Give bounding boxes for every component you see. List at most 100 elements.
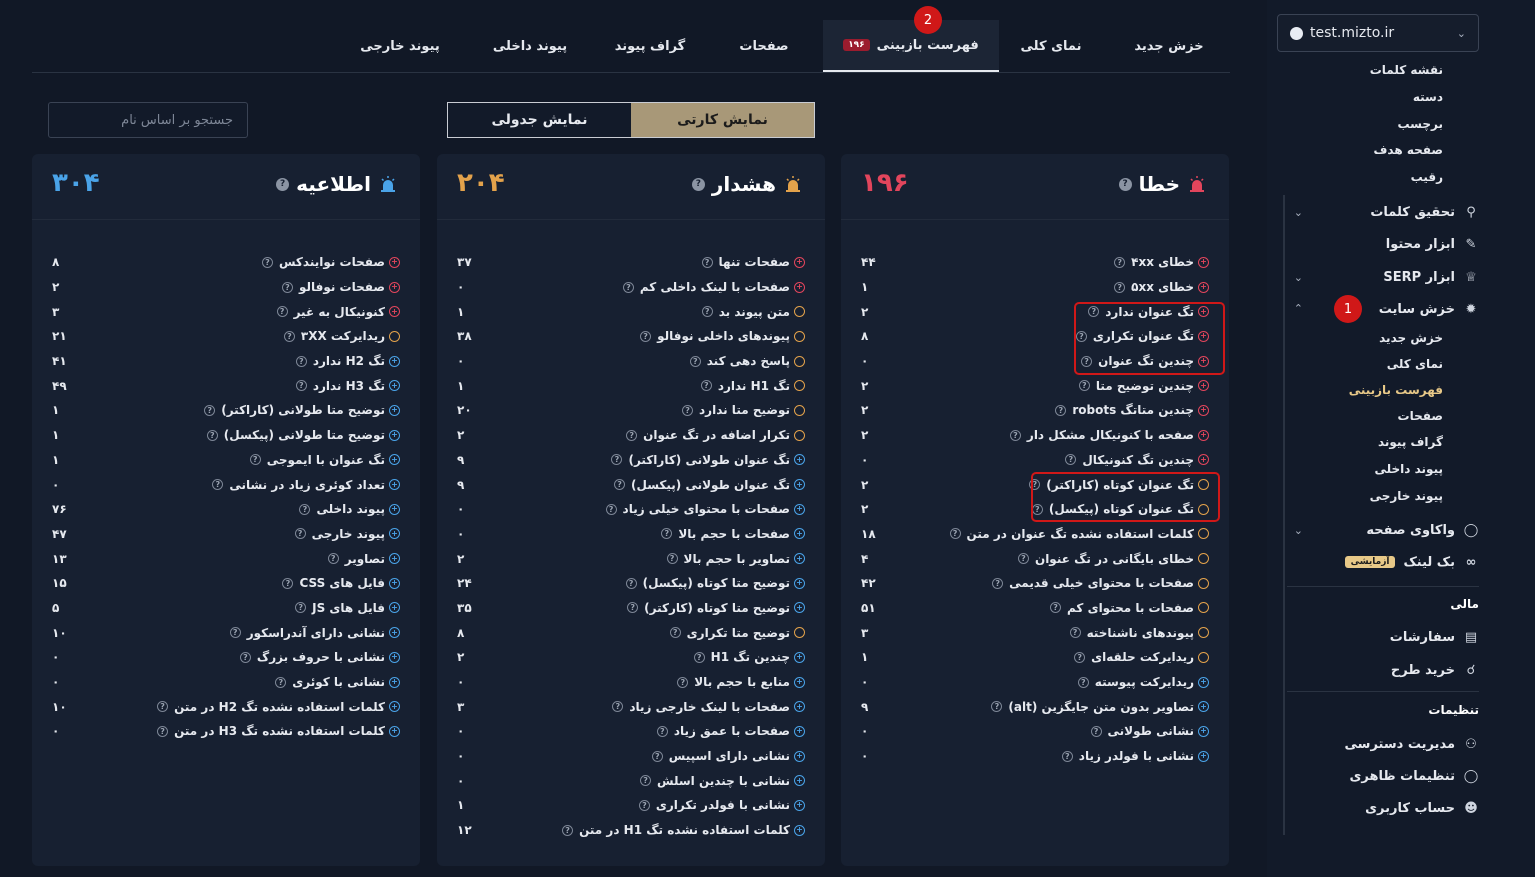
help-icon[interactable]: ? <box>622 281 634 293</box>
issue-row[interactable]: + صفحات نوایندکس? ۸ <box>32 250 420 275</box>
help-icon[interactable]: ? <box>693 651 705 663</box>
issue-row[interactable]: + چندین تگ H1? ۲ <box>437 645 825 670</box>
card-view-button[interactable]: نمایش کارتی <box>631 103 814 137</box>
issue-row[interactable]: + کنونیکال به غیر? ۳ <box>32 299 420 324</box>
issue-row[interactable]: پاسخ دهی کند? ۰ <box>437 349 825 374</box>
tab-internal-links[interactable]: پیوند داخلی <box>465 20 595 72</box>
help-icon[interactable]: ? <box>651 750 663 762</box>
issue-row[interactable]: خطای بایگانی در تگ عنوان? ۴ <box>841 546 1229 571</box>
help-icon[interactable]: ? <box>991 701 1003 713</box>
help-icon[interactable]: ? <box>212 479 224 491</box>
help-icon[interactable]: ? <box>261 256 273 268</box>
issue-row[interactable]: + صفحات با محتوای خیلی زیاد? ۰ <box>437 497 825 522</box>
issue-row[interactable]: + چندین توضیح متا? ۲ <box>841 373 1229 398</box>
help-icon[interactable]: ? <box>299 503 311 515</box>
issue-row[interactable]: توضیح متا ندارد? ۲۰ <box>437 398 825 423</box>
help-icon[interactable]: ? <box>661 528 673 540</box>
issue-row[interactable]: + چندین تگ کنونیکال? ۰ <box>841 448 1229 473</box>
help-icon[interactable]: ? <box>1069 627 1081 639</box>
sidebar-item-external-links[interactable]: پیوند خارجی <box>1370 489 1443 503</box>
help-icon[interactable]: ? <box>295 380 307 392</box>
chevron-down-icon[interactable]: ⌄ <box>1294 206 1303 219</box>
issue-row[interactable]: تگ H1 ندارد? ۱ <box>437 373 825 398</box>
help-icon[interactable]: ? <box>640 330 652 342</box>
sidebar-item-keyword-research[interactable]: ⚲ تحقیق کلمات <box>1370 200 1479 224</box>
help-icon[interactable]: ? <box>1009 429 1021 441</box>
help-icon[interactable]: ? <box>1077 676 1089 688</box>
sidebar-item-keyword-map[interactable]: نقشه کلمات <box>1370 63 1443 77</box>
issue-row[interactable]: + پیوند خارجی? ۴۷ <box>32 522 420 547</box>
sidebar-item-serp-tools[interactable]: ♕ ابزار SERP <box>1383 265 1479 289</box>
sidebar-item-link-graph[interactable]: گراف پیوند <box>1378 435 1443 449</box>
issue-row[interactable]: + نشانی طولانی? ۰ <box>841 719 1229 744</box>
sidebar-item-content-tools[interactable]: ✎ ابزار محتوا <box>1386 232 1479 256</box>
sidebar-item-target-page[interactable]: صفحه هدف <box>1373 143 1443 157</box>
tab-pages[interactable]: صفحات <box>705 20 823 72</box>
sidebar-item-tag[interactable]: برچسب <box>1397 117 1443 131</box>
site-selector[interactable]: test.mizto.ir ⌄ <box>1277 14 1479 52</box>
help-icon[interactable]: ? <box>1114 256 1126 268</box>
help-icon[interactable]: ? <box>611 454 623 466</box>
help-icon[interactable]: ? <box>625 577 637 589</box>
issue-row[interactable]: صفحات با محتوای خیلی قدیمی? ۴۲ <box>841 571 1229 596</box>
table-view-button[interactable]: نمایش جدولی <box>448 103 631 137</box>
issue-row[interactable]: + نشانی دارای آندراسکور? ۱۰ <box>32 620 420 645</box>
help-icon[interactable]: ? <box>281 281 293 293</box>
help-icon[interactable]: ? <box>206 429 218 441</box>
help-icon[interactable]: ? <box>666 553 678 565</box>
issue-row[interactable]: + تگ عنوان طولانی (پیکسل)? ۹ <box>437 472 825 497</box>
issue-row[interactable]: + نشانی با حروف بزرگ? ۰ <box>32 645 420 670</box>
search-input[interactable]: جستجو بر اساس نام <box>48 102 248 138</box>
help-icon[interactable]: ? <box>640 775 652 787</box>
issue-row[interactable]: + نشانی دارای اسپیس? ۰ <box>437 744 825 769</box>
issue-row[interactable]: ریدایرکت ۳XX? ۲۱ <box>32 324 420 349</box>
issue-row[interactable]: + نشانی با فولدر زیاد? ۰ <box>841 744 1229 769</box>
tab-external-links[interactable]: پیوند خارجی <box>335 20 465 72</box>
issue-row[interactable]: + نشانی با کوئری? ۰ <box>32 670 420 695</box>
help-icon[interactable]: ? <box>1090 725 1102 737</box>
help-icon[interactable]: ? <box>626 429 638 441</box>
sidebar-item-account[interactable]: ☻ حساب کاربری <box>1365 796 1479 820</box>
help-icon[interactable]: ? <box>295 355 307 367</box>
help-icon[interactable]: ? <box>656 725 668 737</box>
help-icon[interactable]: ? <box>691 177 705 191</box>
help-icon[interactable]: ? <box>295 602 307 614</box>
issue-row[interactable]: + صفحات با لینک خارجی زیاد? ۳ <box>437 694 825 719</box>
help-icon[interactable]: ? <box>949 528 961 540</box>
help-icon[interactable]: ? <box>627 602 639 614</box>
help-icon[interactable]: ? <box>701 306 713 318</box>
help-icon[interactable]: ? <box>276 306 288 318</box>
issue-row[interactable]: + توضیح متا طولانی (کاراکتر)? ۱ <box>32 398 420 423</box>
help-icon[interactable]: ? <box>1074 651 1086 663</box>
issue-row[interactable]: + تصاویر با حجم بالا? ۲ <box>437 546 825 571</box>
issue-row[interactable]: + توضیح متا طولانی (پیکسل)? ۱ <box>32 423 420 448</box>
help-icon[interactable]: ? <box>249 454 261 466</box>
sidebar-item-review-list[interactable]: فهرست بازبینی <box>1349 383 1443 397</box>
help-icon[interactable]: ? <box>1114 281 1126 293</box>
help-icon[interactable]: ? <box>282 577 294 589</box>
help-icon[interactable]: ? <box>327 553 339 565</box>
issue-row[interactable]: + صفحات با لینک داخلی کم? ۰ <box>437 275 825 300</box>
sidebar-item-backlink[interactable]: ∞ بک لینک آزمایشی <box>1344 550 1479 574</box>
help-icon[interactable]: ? <box>157 725 169 737</box>
help-icon[interactable]: ? <box>701 256 713 268</box>
sidebar-item-new-crawl[interactable]: خزش جدید <box>1379 331 1443 345</box>
tab-link-graph[interactable]: گراف پیوند <box>595 20 705 72</box>
issue-row[interactable]: پیوندهای ناشناخته? ۳ <box>841 620 1229 645</box>
sidebar-item-internal-links[interactable]: پیوند داخلی <box>1374 462 1443 476</box>
issue-row[interactable]: + صفحات تنها? ۳۷ <box>437 250 825 275</box>
issue-row[interactable]: + تگ H2 ندارد? ۴۱ <box>32 349 420 374</box>
help-icon[interactable]: ? <box>1061 750 1073 762</box>
help-icon[interactable]: ? <box>1118 177 1132 191</box>
sidebar-scrollbar[interactable] <box>1283 195 1285 835</box>
issue-row[interactable]: + پیوند داخلی? ۷۶ <box>32 497 420 522</box>
help-icon[interactable]: ? <box>276 177 290 191</box>
help-icon[interactable]: ? <box>294 528 306 540</box>
issue-row[interactable]: صفحات با محتوای کم? ۵۱ <box>841 596 1229 621</box>
help-icon[interactable]: ? <box>689 355 701 367</box>
sidebar-item-competitor[interactable]: رقیب <box>1411 170 1443 184</box>
issue-row[interactable]: + کلمات استفاده نشده تگ H2 در متن? ۱۰ <box>32 694 420 719</box>
help-icon[interactable]: ? <box>638 799 650 811</box>
help-icon[interactable]: ? <box>275 676 287 688</box>
issue-row[interactable]: + صفحات با حجم بالا? ۰ <box>437 522 825 547</box>
